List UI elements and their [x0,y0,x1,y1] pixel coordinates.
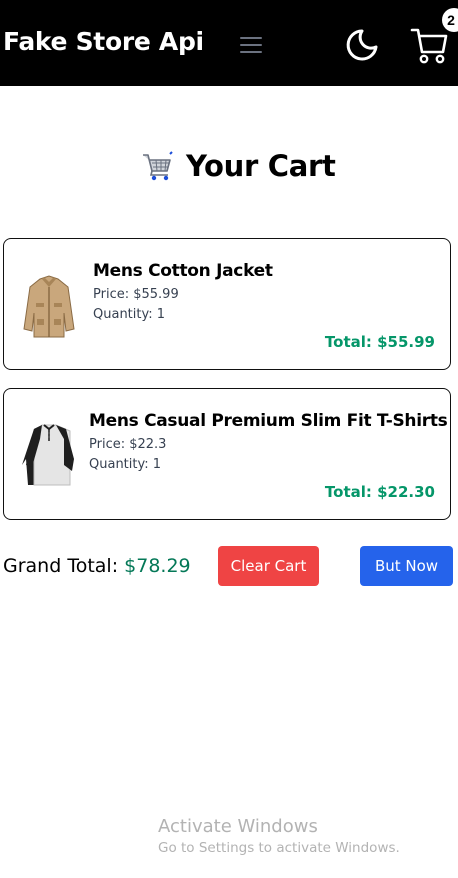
watermark-title: Activate Windows [158,816,318,837]
cart-item-quantity: Quantity: 1 [89,457,162,472]
cart-item-price: Price: $22.3 [89,437,167,452]
grand-total: Grand Total: $78.29 [3,555,191,577]
shopping-cart-emoji-icon [140,149,174,183]
cart-item: Mens Casual Premium Slim Fit T-Shirts Pr… [3,388,451,520]
moon-icon[interactable] [345,28,379,62]
cart-summary: Grand Total: $78.29 Clear Cart But Now [3,546,455,586]
grand-total-label: Grand Total: [3,555,119,577]
cart-item-total: Total: $22.30 [324,483,435,501]
cart-item-info: Mens Casual Premium Slim Fit T-Shirts Pr… [89,411,448,477]
cart-item: Mens Cotton Jacket Price: $55.99 Quantit… [3,238,451,370]
grand-total-value: $78.29 [124,555,191,577]
cart-item-info: Mens Cotton Jacket Price: $55.99 Quantit… [93,261,273,327]
clear-cart-button[interactable]: Clear Cart [218,546,319,586]
cart-item-total: Total: $55.99 [324,333,435,351]
brand-logo[interactable]: Fake Store Api [3,27,204,56]
shopping-cart-icon[interactable] [410,26,448,66]
raglan-tshirt-image [20,419,82,489]
watermark-subtitle: Go to Settings to activate Windows. [158,840,400,856]
cotton-jacket-image [18,273,80,343]
navbar: Fake Store Api 2 [0,0,458,86]
cart-item-title[interactable]: Mens Casual Premium Slim Fit T-Shirts [89,411,448,431]
cart-item-title[interactable]: Mens Cotton Jacket [93,261,273,281]
activate-windows-watermark: Activate Windows Go to Settings to activ… [158,816,400,856]
page-heading: Your Cart [140,146,336,186]
cart-item-quantity: Quantity: 1 [93,307,166,322]
page-title: Your Cart [186,149,336,183]
buy-now-button[interactable]: But Now [360,546,453,586]
hamburger-menu-icon[interactable] [240,36,262,54]
cart-item-price: Price: $55.99 [93,287,179,302]
